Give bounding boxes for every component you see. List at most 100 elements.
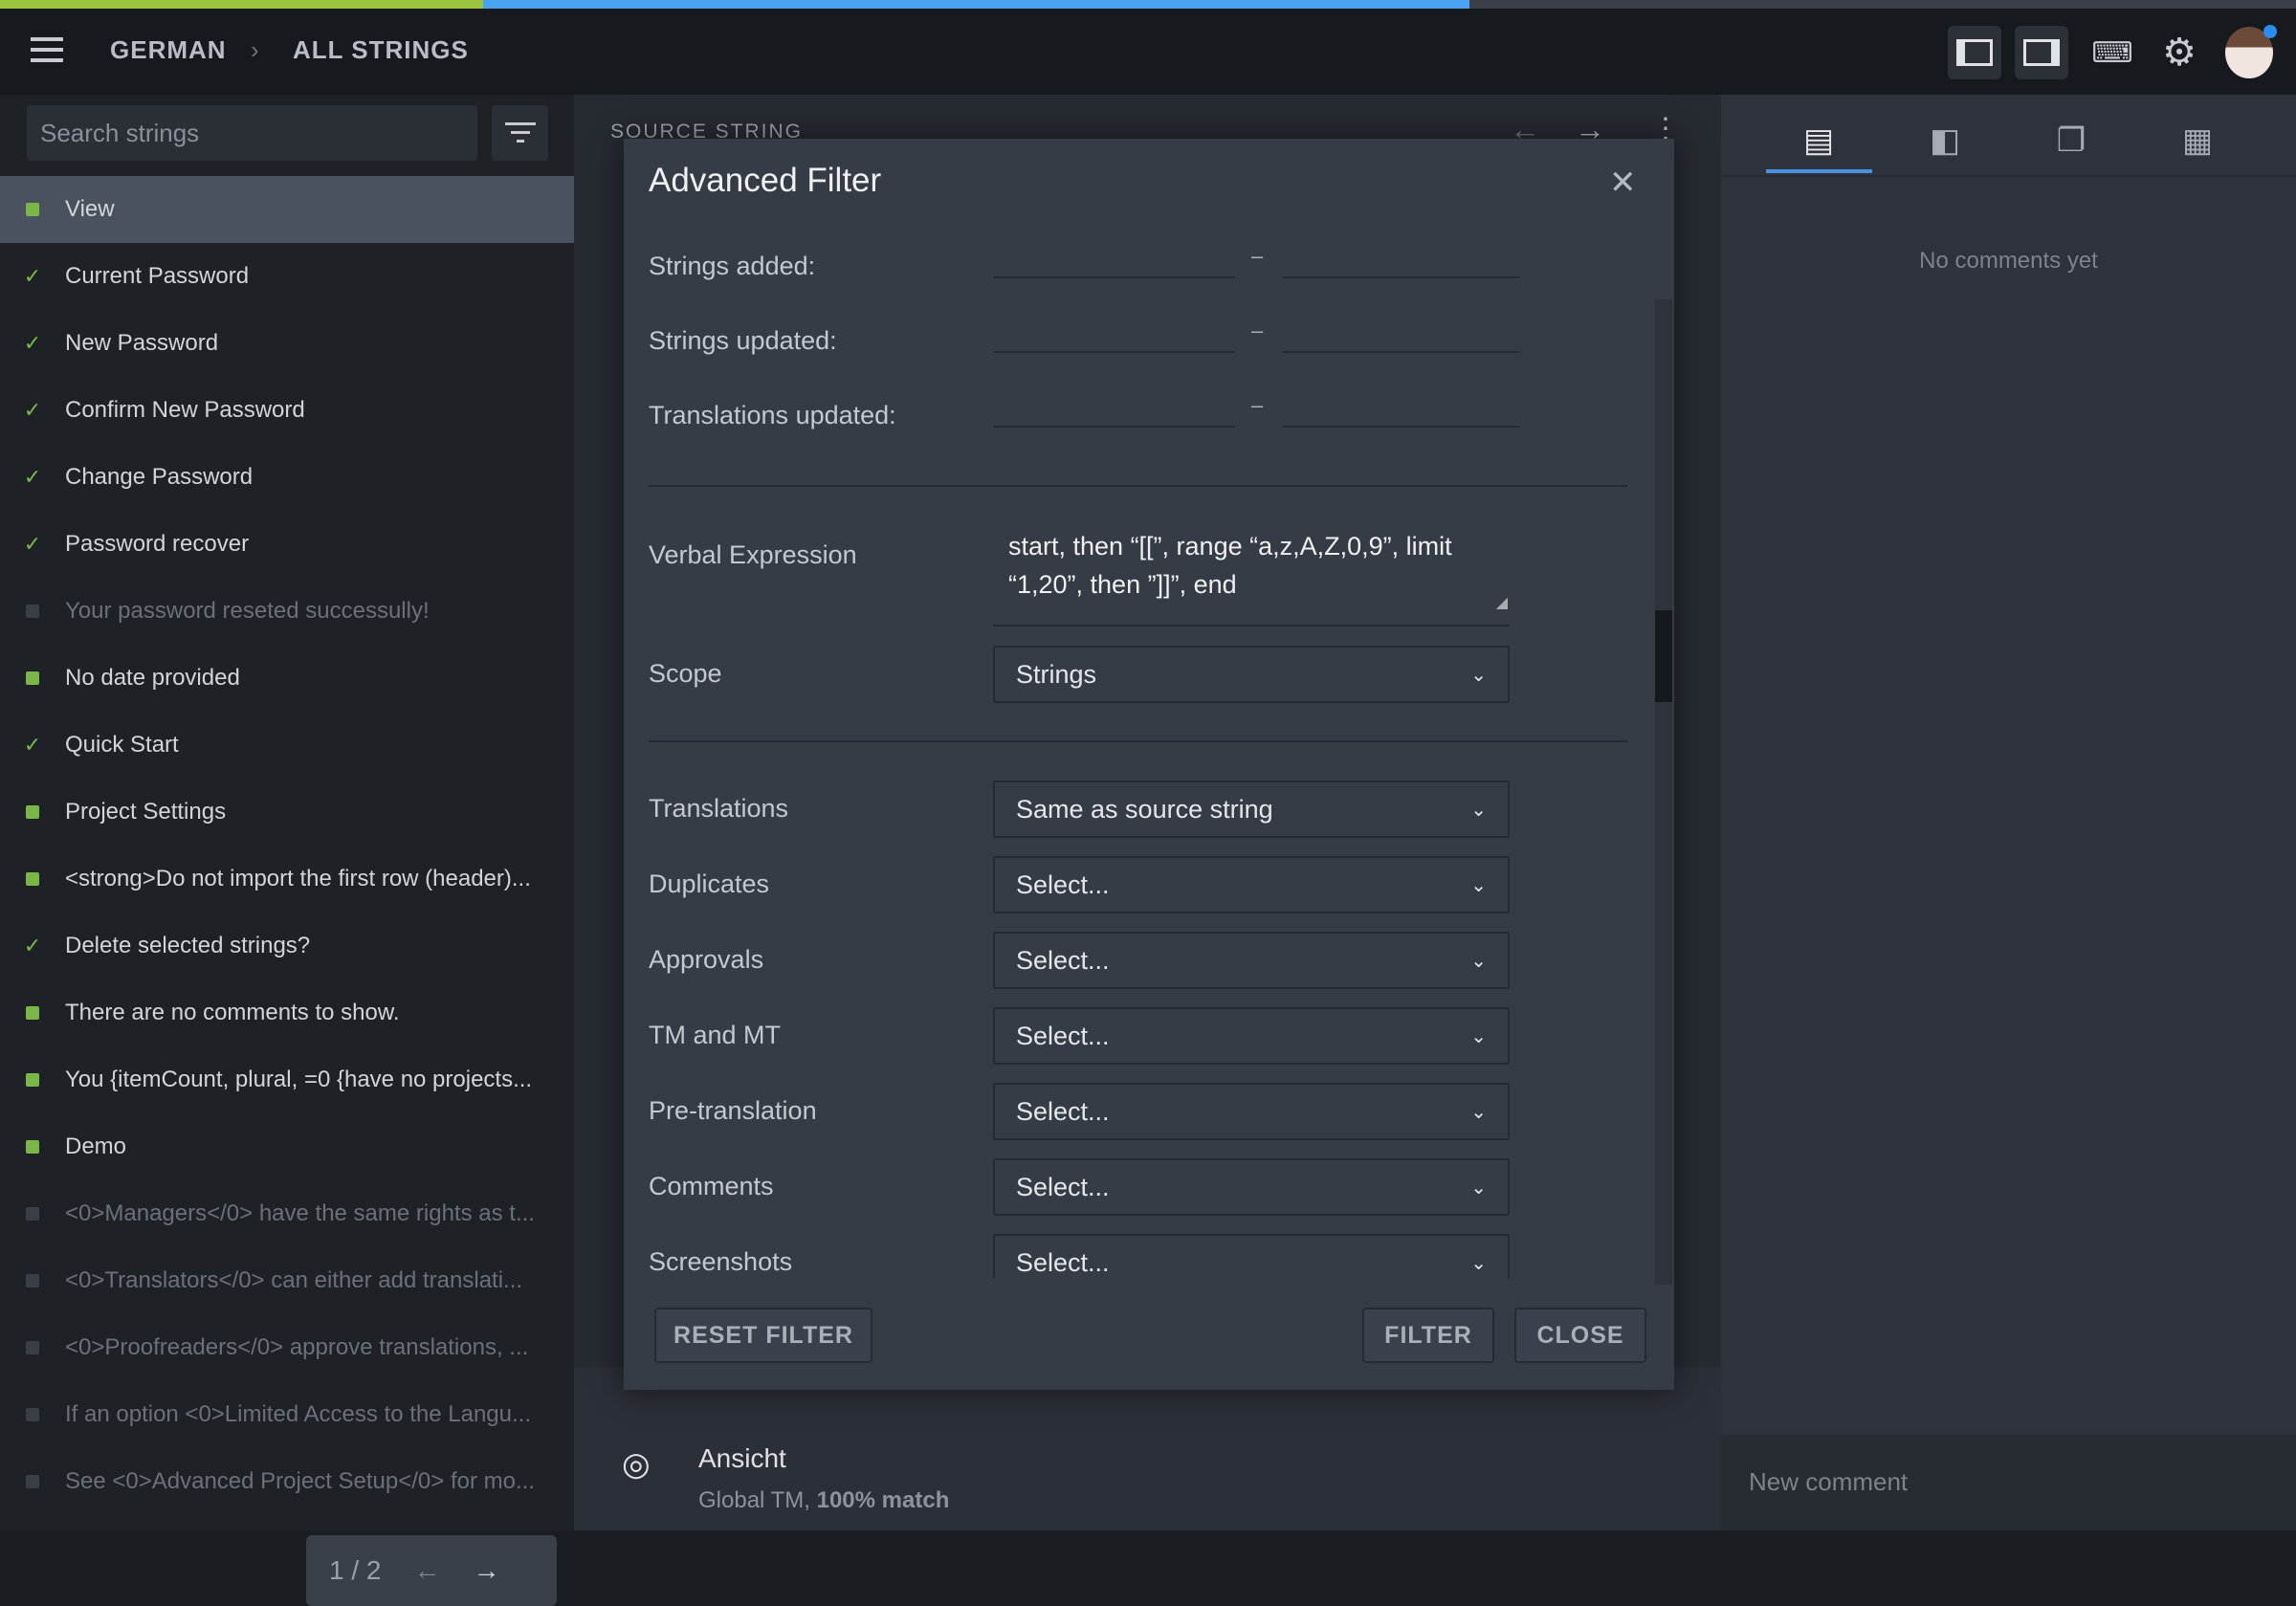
chevron-down-icon: ⌄ [1470, 1177, 1487, 1199]
tm-and-mt-value: Select... [1016, 1021, 1110, 1050]
date-from-input[interactable] [993, 242, 1235, 278]
gear-icon[interactable]: ⚙ [2152, 26, 2206, 79]
list-item-label: <0>Proofreaders</0> approve translations… [65, 1334, 529, 1360]
duplicates-label: Duplicates [649, 869, 770, 898]
date-row-label: Strings added: [649, 252, 816, 280]
list-item[interactable]: ✓ Quick Start [0, 712, 574, 779]
dialog-title: Advanced Filter [649, 162, 882, 199]
verbal-expression-textarea[interactable]: start, then “[[”, range “a,z,A,Z,0,9”, l… [993, 527, 1510, 627]
list-item[interactable]: Your password reseted successully! [0, 578, 574, 645]
new-comment-input[interactable]: New comment [1721, 1435, 2296, 1530]
approvals-value: Select... [1016, 945, 1110, 975]
date-to-input[interactable] [1282, 242, 1520, 278]
status-square-icon [0, 1006, 65, 1020]
apps-icon[interactable]: ▦ [2159, 112, 2236, 169]
list-item[interactable]: ✓ Delete selected strings? [0, 913, 574, 979]
list-item[interactable]: Demo [0, 1113, 574, 1180]
list-item[interactable]: Project Settings [0, 779, 574, 846]
resize-handle-icon[interactable]: ◢ [1496, 584, 1508, 623]
status-square-icon [0, 605, 65, 618]
screenshots-select[interactable]: Select... ⌄ [993, 1234, 1510, 1279]
close-icon[interactable]: ✕ [1609, 164, 1637, 202]
right-panel-icon[interactable] [2015, 26, 2068, 79]
prev-page-button[interactable]: ← [413, 1555, 440, 1586]
left-panel-icon[interactable] [1948, 26, 2001, 79]
reset-filter-button[interactable]: RESET FILTER [654, 1308, 872, 1363]
breadcrumb-language[interactable]: GERMAN [110, 35, 227, 65]
list-item[interactable]: See <0>Advanced Project Setup</0> for mo… [0, 1448, 574, 1515]
list-item-label: See <0>Advanced Project Setup</0> for mo… [65, 1468, 535, 1494]
tm-and-mt-select[interactable]: Select... ⌄ [993, 1007, 1510, 1065]
tm-icon: ◎ [622, 1446, 651, 1483]
tabs-divider [1721, 175, 2296, 177]
chevron-right-icon: › [251, 35, 260, 64]
list-item-label: Delete selected strings? [65, 933, 311, 958]
date-range-dash: – [1251, 393, 1264, 417]
date-to-input[interactable] [1282, 391, 1520, 428]
list-item-label: There are no comments to show. [65, 1000, 400, 1025]
status-square-icon [0, 671, 65, 685]
list-item[interactable]: You {itemCount, plural, =0 {have no proj… [0, 1046, 574, 1113]
check-icon: ✓ [23, 331, 42, 355]
comments-select[interactable]: Select... ⌄ [993, 1158, 1510, 1216]
verbal-expression-label: Verbal Expression [649, 540, 857, 569]
keyboard-icon[interactable]: ⌨ [2086, 26, 2139, 79]
search-input[interactable] [27, 105, 477, 161]
pre-translation-select[interactable]: Select... ⌄ [993, 1083, 1510, 1140]
progress-bar [0, 0, 2296, 9]
chevron-down-icon: ⌄ [1470, 1025, 1487, 1047]
dialog-scrollbar[interactable] [1655, 299, 1672, 1285]
scrollbar-thumb[interactable] [1655, 610, 1672, 702]
details-icon[interactable]: ◧ [1907, 112, 1983, 169]
list-item-label: Current Password [65, 263, 250, 289]
comments-icon[interactable]: ▤ [1780, 112, 1857, 169]
filter-button[interactable]: FILTER [1362, 1308, 1494, 1363]
date-range-dash: – [1251, 244, 1264, 268]
comments-label: Comments [649, 1172, 774, 1200]
date-from-input[interactable] [993, 317, 1235, 353]
list-item[interactable]: <0>Managers</0> have the same rights as … [0, 1180, 574, 1247]
list-item[interactable]: ✓ Confirm New Password [0, 377, 574, 444]
glossary-icon[interactable]: ❐ [2033, 112, 2109, 169]
breadcrumb-current[interactable]: ALL STRINGS [293, 35, 469, 65]
list-item[interactable]: ✓ New Password [0, 310, 574, 377]
list-item[interactable]: <strong>Do not import the first row (hea… [0, 846, 574, 913]
close-button[interactable]: CLOSE [1514, 1308, 1646, 1363]
approvals-label: Approvals [649, 945, 764, 974]
comments-value: Select... [1016, 1172, 1110, 1201]
check-icon: ✓ [23, 264, 42, 288]
menu-icon[interactable] [31, 37, 63, 62]
list-item[interactable]: There are no comments to show. [0, 979, 574, 1046]
date-row-label: Strings updated: [649, 326, 837, 355]
screenshots-label: Screenshots [649, 1247, 793, 1276]
list-item[interactable]: ✓ Password recover [0, 511, 574, 578]
status-square-icon [0, 1207, 65, 1221]
list-item-label: Confirm New Password [65, 397, 305, 423]
list-item[interactable]: No date provided [0, 645, 574, 712]
tm-suggestion[interactable]: ◎ Ansicht Global TM, 100% match [574, 1367, 1721, 1530]
list-item[interactable]: ✓ Current Password [0, 243, 574, 310]
list-item-label: Demo [65, 1133, 127, 1159]
duplicates-select[interactable]: Select... ⌄ [993, 856, 1510, 913]
list-item[interactable]: <0>Translators</0> can either add transl… [0, 1247, 574, 1314]
translations-select[interactable]: Same as source string ⌄ [993, 781, 1510, 838]
list-item-label: Password recover [65, 531, 250, 557]
scope-select[interactable]: Strings ⌄ [993, 646, 1510, 703]
list-item[interactable]: <0>Proofreaders</0> approve translations… [0, 1314, 574, 1381]
chevron-down-icon: ⌄ [1470, 664, 1487, 686]
next-page-button[interactable]: → [473, 1555, 499, 1586]
date-from-input[interactable] [993, 391, 1235, 428]
list-item[interactable]: If an option <0>Limited Access to the La… [0, 1381, 574, 1448]
date-row-label: Translations updated: [649, 401, 896, 429]
list-item[interactable]: ✓ Change Password [0, 444, 574, 511]
date-to-input[interactable] [1282, 317, 1520, 353]
duplicates-value: Select... [1016, 869, 1110, 899]
list-item-label: Change Password [65, 464, 254, 490]
approvals-select[interactable]: Select... ⌄ [993, 932, 1510, 989]
verbal-expression-value: start, then “[[”, range “a,z,A,Z,0,9”, l… [1008, 532, 1452, 599]
status-square-icon [0, 1408, 65, 1421]
filter-button[interactable] [492, 105, 548, 161]
advanced-filter-dialog: Advanced Filter ✕ Strings added: – Strin… [624, 139, 1674, 1390]
status-square-icon [0, 1475, 65, 1488]
list-item[interactable]: View [0, 176, 574, 243]
